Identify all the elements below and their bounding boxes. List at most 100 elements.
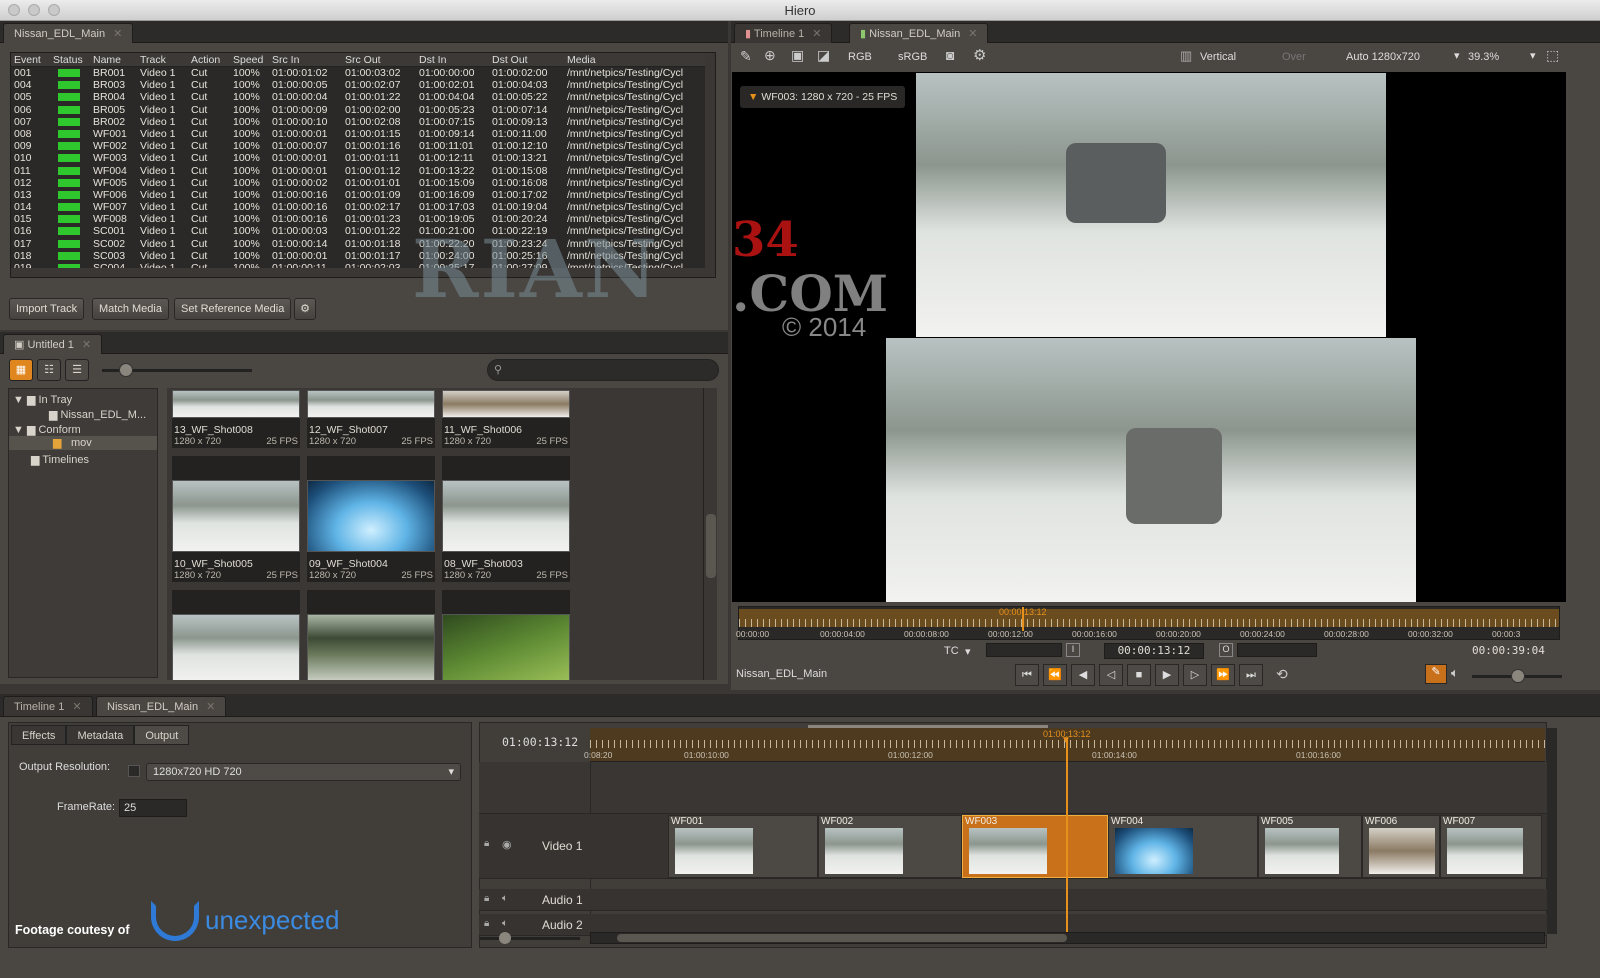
resolution-dropdown[interactable]: Auto 1280x720 — [1346, 51, 1420, 63]
bin-search-input[interactable]: ⚲ — [487, 359, 719, 381]
col-dst-out[interactable]: Dst Out — [492, 54, 528, 66]
viewer-canvas[interactable]: ▼ WF003: 1280 x 720 - 25 FPS RIAN 34 .CO… — [412, 72, 1566, 602]
stop-icon[interactable]: ■ — [1127, 664, 1151, 686]
guides-icon[interactable]: ▣ — [791, 47, 804, 64]
chevron-down-icon[interactable]: ▾ — [965, 645, 971, 658]
composite-mode-dropdown[interactable]: Over — [1282, 51, 1306, 63]
tree-item-mov[interactable]: ▆ mov — [9, 436, 157, 450]
tab-nissan-edl[interactable]: Nissan_EDL_Main ✕ — [3, 23, 134, 43]
tab-timeline-1[interactable]: ▮ Timeline 1 ✕ — [734, 23, 833, 43]
tree-item-conform[interactable]: ▼ ▆ Conform — [13, 423, 81, 436]
tc-mode-dropdown[interactable]: TC — [944, 645, 959, 657]
col-src-in[interactable]: Src In — [272, 54, 299, 66]
play-icon[interactable]: ▶ — [1155, 664, 1179, 686]
edl-table-row[interactable]: 010 WF003 Video 1 Cut 100% 01:00:00:01 01:00:0… — [11, 152, 715, 164]
gear-icon[interactable]: ⚙ — [973, 46, 986, 64]
close-icon[interactable]: ✕ — [82, 339, 91, 351]
gear-icon[interactable]: ⚙ — [294, 298, 316, 320]
lut-dropdown[interactable]: sRGB — [898, 51, 927, 63]
clip-thumb[interactable]: 09_WF_Shot004 1280 x 720 25 FPS — [307, 456, 435, 582]
tree-item-in-tray[interactable]: ▼ ▆ In Tray — [13, 393, 72, 406]
step-back-icon[interactable]: ◀ — [1071, 664, 1095, 686]
go-to-end-icon[interactable]: ⏭ — [1239, 664, 1263, 686]
set-reference-media-button[interactable]: Set Reference Media — [174, 298, 292, 320]
wipe-icon[interactable]: ◪ — [817, 47, 830, 64]
edl-table-row[interactable]: 001 BR001 Video 1 Cut 100% 01:00:01:02 01:00:0… — [11, 67, 715, 79]
tab-nissan-edl-main[interactable]: ▮ Nissan_EDL_Main ✕ — [849, 23, 989, 43]
edl-table-row[interactable]: 012 WF005 Video 1 Cut 100% 01:00:00:02 01:00:0… — [11, 177, 715, 189]
edl-table-row[interactable]: 011 WF004 Video 1 Cut 100% 01:00:00:01 01:00:0… — [11, 165, 715, 177]
current-timecode[interactable]: 00:00:13:12 — [1104, 643, 1204, 659]
audio-scrub-icon[interactable]: ✎ — [1425, 664, 1447, 684]
col-event[interactable]: Event — [14, 54, 41, 66]
tab-metadata[interactable]: Metadata — [66, 725, 135, 745]
step-forward-icon[interactable]: ▷ — [1183, 664, 1207, 686]
chevron-down-icon[interactable]: ▾ — [1454, 49, 1460, 62]
scrollbar-thumb[interactable] — [706, 514, 716, 578]
minimize-window-button[interactable] — [28, 4, 40, 16]
channel-dropdown[interactable]: RGB — [848, 51, 872, 63]
color-picker-icon[interactable]: ✎ — [740, 48, 752, 65]
edl-table-row[interactable]: 008 WF001 Video 1 Cut 100% 01:00:00:01 01:00:0… — [11, 128, 715, 140]
tab-untitled-1[interactable]: ▣ Untitled 1 ✕ — [3, 334, 103, 354]
clip-thumb[interactable]: 11_WF_Shot006 1280 x 720 25 FPS — [442, 390, 570, 448]
play-reverse-icon[interactable]: ◁ — [1099, 664, 1123, 686]
scrollbar-thumb[interactable] — [617, 934, 1067, 942]
lock-icon[interactable]: 🔒︎ — [484, 838, 489, 849]
fullscreen-icon[interactable]: ⬚ — [1546, 47, 1559, 64]
tab-timeline-1[interactable]: Timeline 1 ✕ — [3, 696, 93, 716]
clip-thumb[interactable]: 08_WF_Shot003 1280 x 720 25 FPS — [442, 456, 570, 582]
col-src-out[interactable]: Src Out — [345, 54, 381, 66]
edl-table-row[interactable]: 007 BR002 Video 1 Cut 100% 01:00:00:10 01:00:0… — [11, 116, 715, 128]
clip-wf007[interactable]: WF007 — [1440, 815, 1542, 878]
zoom-icon[interactable]: ⊕ — [764, 47, 776, 64]
playhead-marker-icon[interactable]: ▼ — [1061, 735, 1071, 746]
edl-scrollbar[interactable] — [705, 53, 715, 277]
tree-item-timelines[interactable]: ▆ Timelines — [31, 453, 89, 466]
speaker-icon[interactable]: 🔈︎ — [502, 918, 508, 929]
track-height-slider[interactable] — [480, 937, 580, 940]
col-dst-in[interactable]: Dst In — [419, 54, 446, 66]
close-icon[interactable]: ✕ — [113, 28, 122, 40]
tab-effects[interactable]: Effects — [11, 725, 67, 745]
clip-wf003[interactable]: WF003 — [962, 815, 1108, 878]
clip-wf004[interactable]: WF004 — [1108, 815, 1258, 878]
col-action[interactable]: Action — [191, 54, 220, 66]
zoom-window-button[interactable] — [48, 4, 60, 16]
close-window-button[interactable] — [8, 4, 20, 16]
viewer-timebar[interactable]: 00:00:13:12 00:00:00 00:00:04:00 00:00:08:… — [736, 606, 1560, 640]
lock-icon[interactable]: 🔒︎ — [484, 893, 489, 904]
clip-thumb[interactable] — [442, 590, 570, 680]
go-to-start-icon[interactable]: ⏮ — [1015, 664, 1039, 686]
layout-dropdown[interactable]: Vertical — [1200, 51, 1236, 63]
slider-handle[interactable] — [119, 363, 133, 377]
edl-table-row[interactable]: 009 WF002 Video 1 Cut 100% 01:00:00:07 01:00:0… — [11, 140, 715, 152]
edl-table-row[interactable]: 014 WF007 Video 1 Cut 100% 01:00:00:16 01:00:0… — [11, 201, 715, 213]
close-icon[interactable]: ✕ — [812, 28, 821, 40]
camera-icon[interactable]: ◙ — [946, 47, 954, 63]
audio-1-track[interactable] — [479, 889, 1547, 911]
col-name[interactable]: Name — [93, 54, 121, 66]
in-point-field[interactable] — [986, 643, 1062, 657]
out-point-button[interactable]: O — [1219, 643, 1233, 657]
timeline-h-scrollbar[interactable] — [590, 932, 1545, 944]
out-point-field[interactable] — [1237, 643, 1317, 657]
list-view-icon[interactable]: ☰ — [65, 359, 89, 381]
previous-edit-icon[interactable]: ⏪ — [1043, 664, 1067, 686]
timeline-v-scrollbar[interactable] — [1547, 728, 1557, 934]
edl-table-row[interactable]: 006 BR005 Video 1 Cut 100% 01:00:00:09 01:00:0… — [11, 104, 715, 116]
col-track[interactable]: Track — [140, 54, 166, 66]
clip-thumb[interactable] — [307, 590, 435, 680]
framerate-field[interactable]: 25 — [119, 799, 187, 817]
edl-table-row[interactable]: 013 WF006 Video 1 Cut 100% 01:00:00:16 01:00:0… — [11, 189, 715, 201]
output-resolution-checkbox[interactable] — [128, 765, 140, 777]
tree-item-nissan[interactable]: ▆ Nissan_EDL_M... — [49, 408, 146, 421]
tab-output[interactable]: Output — [134, 725, 190, 745]
match-media-button[interactable]: Match Media — [92, 298, 169, 320]
clip-thumb[interactable]: 12_WF_Shot007 1280 x 720 25 FPS — [307, 390, 435, 448]
clip-wf006[interactable]: WF006 — [1362, 815, 1440, 878]
col-media[interactable]: Media — [567, 54, 596, 66]
next-edit-icon[interactable]: ⏩ — [1211, 664, 1235, 686]
col-status[interactable]: Status — [53, 54, 83, 66]
volume-handle[interactable] — [1511, 669, 1525, 683]
